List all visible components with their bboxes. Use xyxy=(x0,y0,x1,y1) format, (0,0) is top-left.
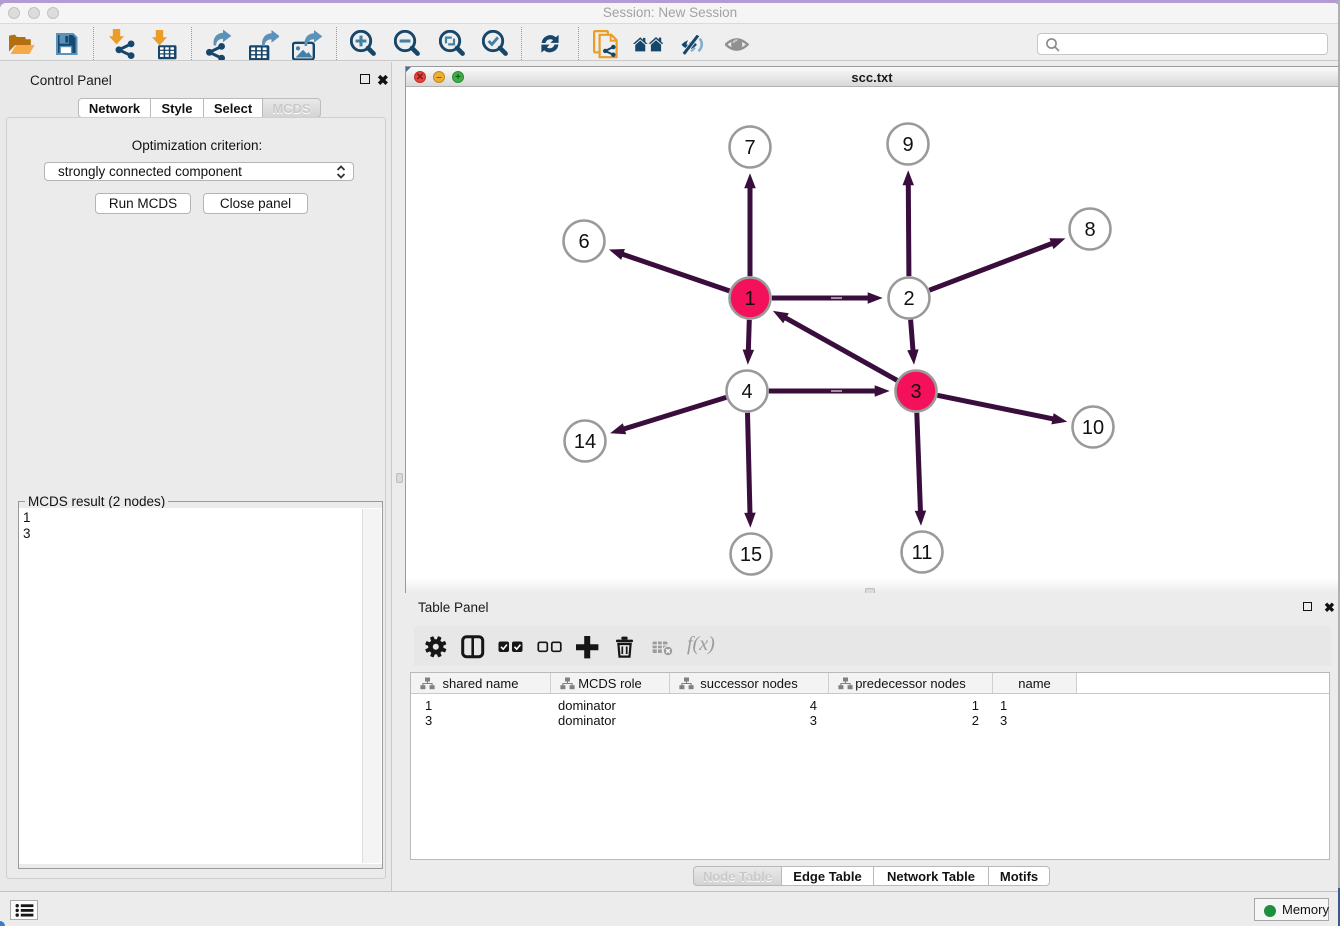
svg-text:15: 15 xyxy=(740,544,762,566)
svg-text:4: 4 xyxy=(741,381,752,403)
svg-text:7: 7 xyxy=(744,137,755,159)
svg-text:11: 11 xyxy=(912,542,933,564)
svg-text:3: 3 xyxy=(910,381,921,403)
svg-text:9: 9 xyxy=(902,134,913,156)
svg-text:6: 6 xyxy=(578,231,589,253)
svg-text:14: 14 xyxy=(574,431,596,453)
svg-text:1: 1 xyxy=(744,288,755,310)
svg-text:8: 8 xyxy=(1084,219,1095,241)
svg-text:10: 10 xyxy=(1082,417,1104,439)
svg-text:2: 2 xyxy=(903,288,914,310)
